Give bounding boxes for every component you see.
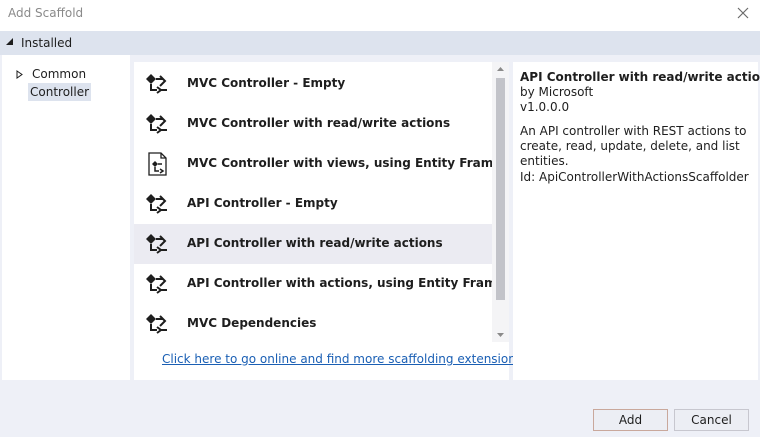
- collapse-triangle-icon[interactable]: [6, 38, 14, 46]
- tree-item-label: Controller: [30, 85, 90, 99]
- scaffold-list: MVC Controller - Empty MVC Controller wi…: [134, 62, 492, 342]
- list-item[interactable]: MVC Dependencies: [134, 304, 492, 342]
- installed-header[interactable]: Installed: [0, 31, 760, 55]
- details-description: An API controller with REST actions to c…: [520, 124, 747, 168]
- list-item-label: MVC Controller with read/write actions: [187, 116, 451, 130]
- controller-icon: [144, 112, 170, 136]
- cancel-button[interactable]: Cancel: [674, 409, 749, 431]
- list-item-label: MVC Dependencies: [187, 316, 317, 330]
- dialog-footer: Add Cancel: [0, 380, 760, 437]
- details-version: v1.0.0.0: [520, 100, 570, 114]
- list-item-label: API Controller - Empty: [187, 196, 338, 210]
- list-item[interactable]: API Controller - Empty: [134, 184, 492, 224]
- window-title: Add Scaffold: [8, 6, 84, 20]
- list-item[interactable]: API Controller with actions, using Entit…: [134, 264, 492, 304]
- tree-item-controller[interactable]: Controller: [28, 83, 92, 101]
- list-item[interactable]: MVC Controller - Empty: [134, 64, 492, 104]
- details-panel: API Controller with read/write actions b…: [513, 62, 760, 380]
- list-item-selected[interactable]: API Controller with read/write actions: [134, 224, 492, 264]
- category-tree: Common Controller: [2, 55, 130, 380]
- controller-icon: [144, 72, 170, 96]
- list-item-label: API Controller with read/write actions: [187, 236, 443, 250]
- expand-triangle-icon[interactable]: [16, 70, 23, 79]
- controller-icon: [144, 312, 170, 336]
- close-icon: [737, 7, 749, 19]
- list-item[interactable]: MVC Controller with views, using Entity …: [134, 144, 492, 184]
- list-item[interactable]: MVC Controller with read/write actions: [134, 104, 492, 144]
- list-item-label: MVC Controller - Empty: [187, 76, 346, 90]
- scaffold-list-panel: MVC Controller - Empty MVC Controller wi…: [134, 62, 526, 380]
- close-button[interactable]: [732, 2, 754, 24]
- tree-item-label: Common: [32, 67, 87, 81]
- details-title: API Controller with read/write actions: [520, 70, 760, 84]
- list-item-label: MVC Controller with views, using Entity …: [187, 156, 492, 170]
- details-author: by Microsoft: [520, 85, 594, 99]
- add-button[interactable]: Add: [593, 409, 668, 431]
- list-item-label: API Controller with actions, using Entit…: [187, 276, 492, 290]
- controller-views-icon: [144, 152, 170, 176]
- list-scrollbar[interactable]: [492, 62, 509, 342]
- title-bar: Add Scaffold: [0, 0, 760, 26]
- installed-label: Installed: [21, 36, 73, 50]
- controller-icon: [144, 232, 170, 256]
- scroll-up-button[interactable]: [492, 62, 509, 76]
- scroll-down-button[interactable]: [492, 328, 509, 342]
- controller-icon: [144, 272, 170, 296]
- scroll-thumb[interactable]: [496, 78, 505, 300]
- details-id: Id: ApiControllerWithActionsScaffolder: [520, 170, 749, 184]
- controller-icon: [144, 192, 170, 216]
- scroll-up-icon: [497, 67, 504, 71]
- scroll-down-icon: [497, 333, 504, 337]
- online-extensions-link[interactable]: Click here to go online and find more sc…: [162, 352, 526, 366]
